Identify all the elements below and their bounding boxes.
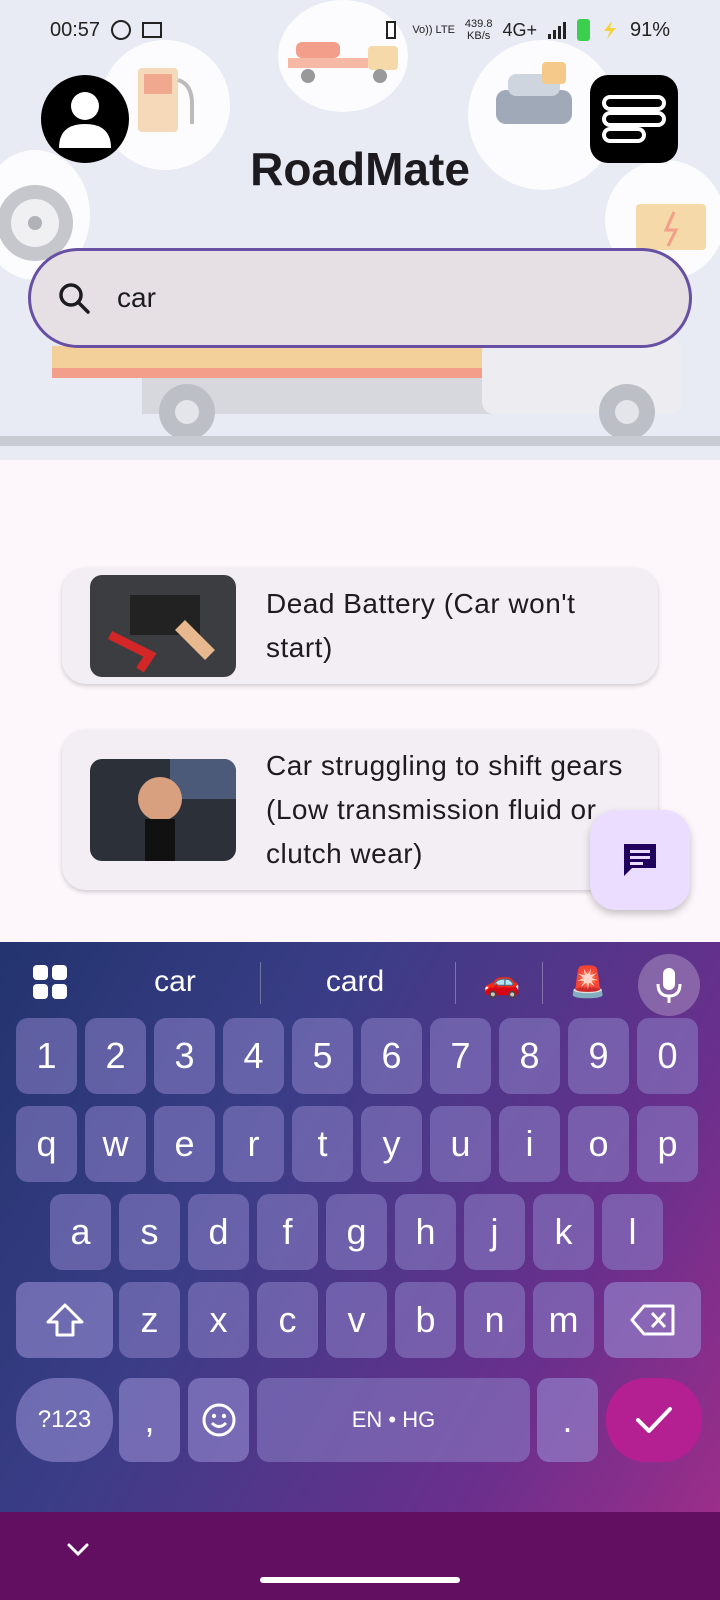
emoji-key[interactable] [188, 1378, 249, 1462]
result-label: Dead Battery (Car won't start) [266, 588, 576, 663]
key-p[interactable]: p [637, 1106, 698, 1182]
key-8[interactable]: 8 [499, 1018, 560, 1094]
key-g[interactable]: g [326, 1194, 387, 1270]
keyboard: car card 🚗 🚨 1 2 3 4 5 6 7 8 9 0 q w e r… [0, 942, 720, 1512]
car-lock-icon [496, 62, 572, 124]
key-x[interactable]: x [188, 1282, 249, 1358]
chat-icon [624, 844, 656, 876]
suggestion-strip: car card 🚗 🚨 [0, 942, 720, 1022]
news-icon [142, 22, 163, 38]
key-s[interactable]: s [119, 1194, 180, 1270]
net-speed: 439.8 KB/s [464, 18, 493, 42]
key-m[interactable]: m [533, 1282, 594, 1358]
person-icon [59, 92, 111, 148]
key-l[interactable]: l [602, 1194, 663, 1270]
battery-icon [576, 19, 590, 41]
backspace-icon [630, 1304, 674, 1336]
whatsapp-icon [111, 20, 132, 40]
search-input[interactable]: car [117, 282, 156, 314]
smiley-icon [202, 1403, 235, 1437]
key-f[interactable]: f [257, 1194, 318, 1270]
key-2[interactable]: 2 [85, 1018, 146, 1094]
key-4[interactable]: 4 [223, 1018, 284, 1094]
suggestion-emoji-siren[interactable]: 🚨 [548, 942, 628, 1022]
network-type: 4G+ [502, 19, 537, 40]
result-card[interactable]: Dead Battery (Car won't start) [62, 568, 658, 684]
gear-shift-photo [90, 759, 236, 861]
chevron-down-icon[interactable] [66, 1542, 90, 1558]
key-h[interactable]: h [395, 1194, 456, 1270]
key-a[interactable]: a [50, 1194, 111, 1270]
battery-level: 91% [629, 18, 670, 41]
symbols-key[interactable]: ?123 [16, 1378, 113, 1462]
key-b[interactable]: b [395, 1282, 456, 1358]
checkmark-icon [636, 1407, 672, 1433]
flatbed-truck-illustration [52, 340, 682, 440]
menu-icon [602, 95, 666, 143]
vibrate-icon [386, 21, 397, 39]
key-e[interactable]: e [154, 1106, 215, 1182]
key-5[interactable]: 5 [292, 1018, 353, 1094]
charging-icon [603, 21, 616, 39]
search-icon [59, 283, 90, 314]
space-key[interactable]: EN • HG [257, 1378, 530, 1462]
key-3[interactable]: 3 [154, 1018, 215, 1094]
microphone-icon [656, 968, 682, 1003]
suggestion-item[interactable]: card [270, 942, 440, 1022]
menu-button[interactable] [590, 75, 678, 163]
status-time: 00:57 [50, 18, 101, 41]
key-y[interactable]: y [361, 1106, 422, 1182]
key-z[interactable]: z [119, 1282, 180, 1358]
key-i[interactable]: i [499, 1106, 560, 1182]
backspace-key[interactable] [604, 1282, 701, 1358]
key-7[interactable]: 7 [430, 1018, 491, 1094]
key-r[interactable]: r [223, 1106, 284, 1182]
home-gesture-handle[interactable] [260, 1577, 460, 1583]
enter-key[interactable] [606, 1378, 702, 1462]
key-u[interactable]: u [430, 1106, 491, 1182]
mic-button[interactable] [638, 954, 700, 1016]
key-c[interactable]: c [257, 1282, 318, 1358]
search-bar[interactable]: car [28, 248, 692, 348]
key-d[interactable]: d [188, 1194, 249, 1270]
result-card[interactable]: Car struggling to shift gears (Low trans… [62, 730, 658, 890]
shift-key[interactable] [16, 1282, 113, 1358]
key-1[interactable]: 1 [16, 1018, 77, 1094]
key-q[interactable]: q [16, 1106, 77, 1182]
road-line [0, 436, 720, 446]
shift-icon [46, 1303, 83, 1337]
chat-fab[interactable] [590, 810, 690, 910]
battery-jumper-photo [90, 575, 236, 677]
key-6[interactable]: 6 [361, 1018, 422, 1094]
key-9[interactable]: 9 [568, 1018, 629, 1094]
header-illustration [0, 0, 720, 460]
key-w[interactable]: w [85, 1106, 146, 1182]
key-0[interactable]: 0 [637, 1018, 698, 1094]
volte-label: Vo)) LTE [412, 24, 455, 36]
key-v[interactable]: v [326, 1282, 387, 1358]
key-j[interactable]: j [464, 1194, 525, 1270]
result-label: Car struggling to shift gears (Low trans… [266, 750, 623, 869]
navigation-bar [0, 1512, 720, 1600]
period-key[interactable]: . [537, 1378, 598, 1462]
signal-icon [547, 22, 566, 39]
key-t[interactable]: t [292, 1106, 353, 1182]
comma-key[interactable]: , [119, 1378, 180, 1462]
suggestion-emoji-car[interactable]: 🚗 [462, 942, 542, 1022]
key-k[interactable]: k [533, 1194, 594, 1270]
apps-grid-icon[interactable] [32, 964, 68, 1000]
key-o[interactable]: o [568, 1106, 629, 1182]
fuel-pump-icon [138, 68, 194, 132]
status-bar: 00:57 Vo)) LTE 439.8 KB/s 4G+ 91% [0, 0, 720, 60]
suggestion-item[interactable]: car [100, 942, 250, 1022]
key-n[interactable]: n [464, 1282, 525, 1358]
